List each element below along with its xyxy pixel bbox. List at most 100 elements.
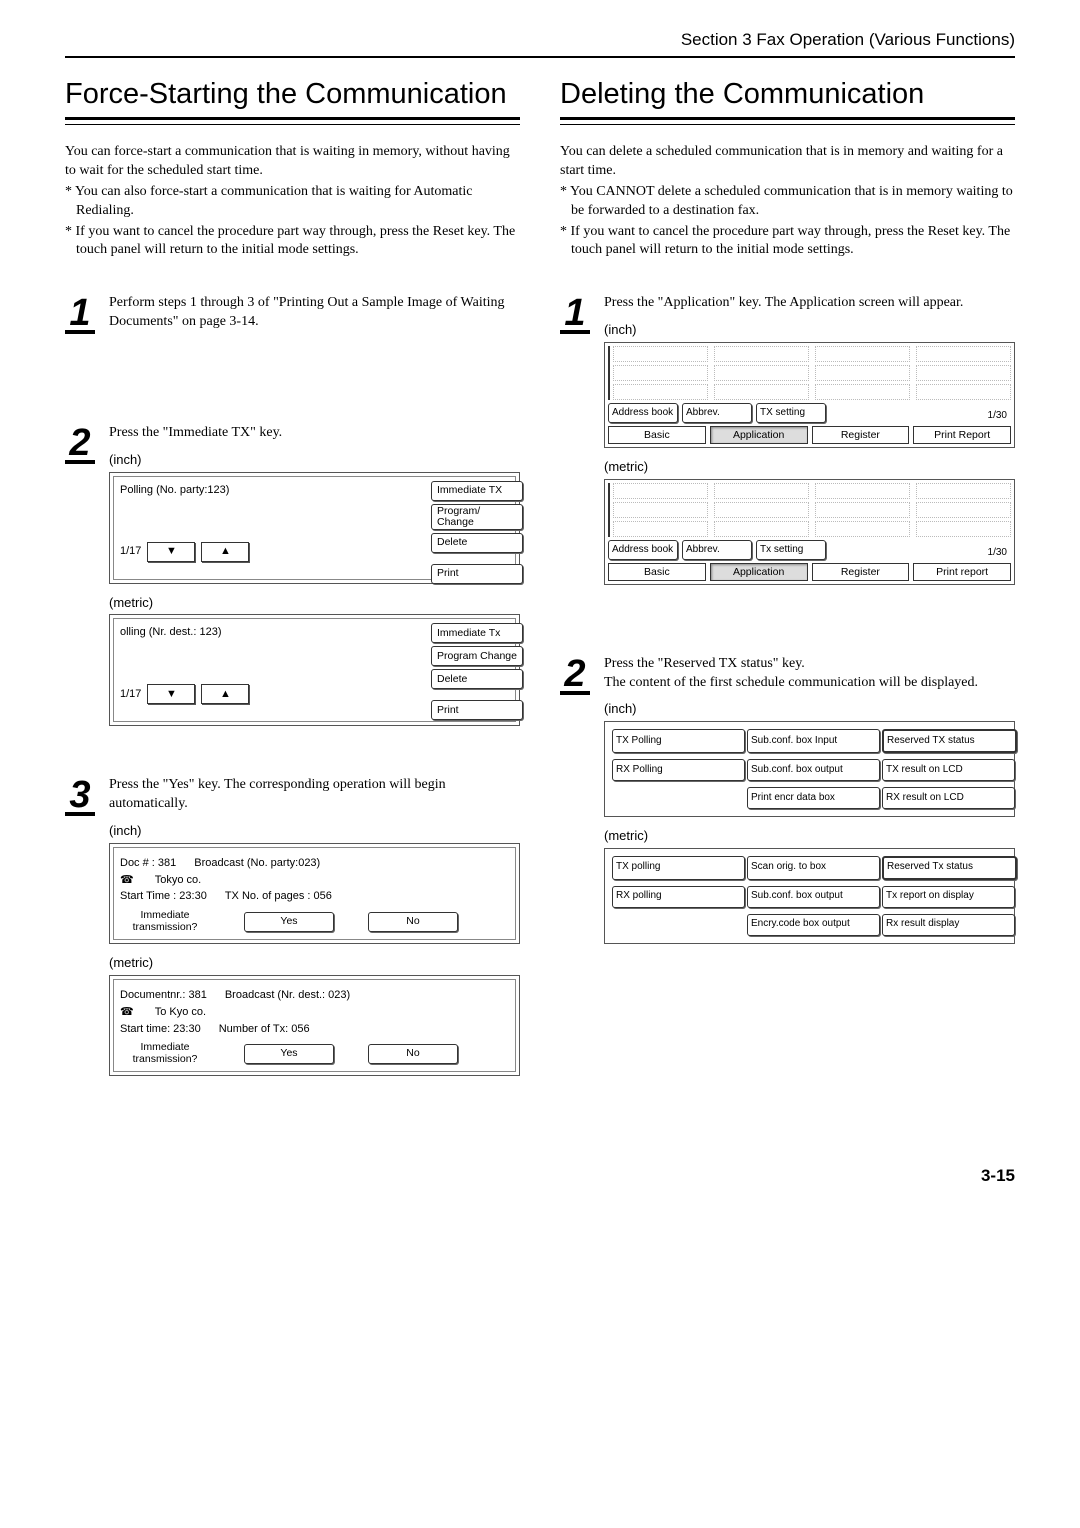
program-change-button-m[interactable]: Program Change <box>431 646 523 666</box>
no-button-m[interactable]: No <box>368 1044 458 1064</box>
rx-polling-button[interactable]: RX Polling <box>612 759 745 781</box>
tx-polling-button[interactable]: TX Polling <box>612 729 745 753</box>
address-book-button-m[interactable]: Address book <box>608 540 678 560</box>
step-number-1: 1 <box>65 294 95 334</box>
inch-label-r1: (inch) <box>604 321 1015 339</box>
page-down-button-m[interactable]: ▼ <box>147 684 195 704</box>
step-number-2-r: 2 <box>560 655 590 695</box>
page-down-button[interactable]: ▼ <box>147 542 195 562</box>
left-title: Force-Starting the Communication <box>65 78 520 111</box>
tab-basic[interactable]: Basic <box>608 426 706 444</box>
section-header: Section 3 Fax Operation (Various Functio… <box>65 30 1015 58</box>
right-bullet-2: * If you want to cancel the procedure pa… <box>560 223 1015 261</box>
step-number-2: 2 <box>65 424 95 464</box>
abbrev-button[interactable]: Abbrev. <box>682 403 752 423</box>
abbrev-button-m[interactable]: Abbrev. <box>682 540 752 560</box>
program-change-button[interactable]: Program/ Change <box>431 504 523 530</box>
reserved-panel-inch: TX Polling Sub.conf. box Input Reserved … <box>604 721 1015 817</box>
no-button[interactable]: No <box>368 912 458 932</box>
right-bullet-1: * You CANNOT delete a scheduled communic… <box>560 183 1015 221</box>
tab-register-m[interactable]: Register <box>812 563 910 581</box>
immediate-q-m: Immediate transmission? <box>120 1042 210 1065</box>
start-time: Start Time : 23:30 <box>120 889 207 904</box>
inch-label-3: (inch) <box>109 822 520 840</box>
metric-label-r2: (metric) <box>604 827 1015 845</box>
step-number-1-r: 1 <box>560 294 590 334</box>
dest-m: To Kyo co. <box>155 1005 206 1020</box>
tx-setting-button-m[interactable]: Tx setting <box>756 540 826 560</box>
dest: Tokyo co. <box>155 873 201 888</box>
subconf-input-button[interactable]: Sub.conf. box Input <box>747 729 880 753</box>
reserved-tx-status-button[interactable]: Reserved TX status <box>882 729 1017 753</box>
tab-print-report[interactable]: Print Report <box>913 426 1011 444</box>
pager-text: 1/17 <box>120 544 141 559</box>
step3-panel-metric: Documentnr.: 381 Broadcast (Nr. dest.: 02… <box>109 975 520 1077</box>
tx-polling-button-m[interactable]: TX polling <box>612 856 745 880</box>
subconf-output-button-m[interactable]: Sub.conf. box output <box>747 886 880 908</box>
broadcast-m: Broadcast (Nr. dest.: 023) <box>225 988 350 1003</box>
step2-panel-inch: Polling (No. party:123) Immediate TX Pro… <box>109 472 520 584</box>
step2-panel-metric: olling (Nr. dest.: 123) Immediate Tx Pro… <box>109 614 520 726</box>
address-book-button[interactable]: Address book <box>608 403 678 423</box>
encry-code-button-m[interactable]: Encry.code box output <box>747 914 880 936</box>
reserved-tx-status-button-m[interactable]: Reserved Tx status <box>882 856 1017 880</box>
app-page: 1/30 <box>988 409 1011 423</box>
rx-result-lcd-button[interactable]: RX result on LCD <box>882 787 1015 809</box>
left-column: Force-Starting the Communication You can… <box>65 78 520 1086</box>
app-panel-metric: Address book Abbrev. Tx setting 1/30 Bas… <box>604 479 1015 585</box>
right-step1-text: Press the "Application" key. The Applica… <box>604 294 1015 313</box>
print-encr-button[interactable]: Print encr data box <box>747 787 880 809</box>
print-button[interactable]: Print <box>431 564 523 584</box>
right-column: Deleting the Communication You can delet… <box>560 78 1015 1086</box>
left-intro-block: You can force-start a communication that… <box>65 143 520 260</box>
metric-label: (metric) <box>109 594 520 612</box>
delete-button[interactable]: Delete <box>431 533 523 553</box>
delete-button-m[interactable]: Delete <box>431 669 523 689</box>
left-step2-text: Press the "Immediate TX" key. <box>109 424 520 443</box>
immediate-q: Immediate transmission? <box>120 910 210 933</box>
tx-result-lcd-button[interactable]: TX result on LCD <box>882 759 1015 781</box>
left-intro: You can force-start a communication that… <box>65 143 520 181</box>
broadcast: Broadcast (No. party:023) <box>194 856 320 871</box>
reserved-panel-metric: TX polling Scan orig. to box Reserved Tx… <box>604 848 1015 944</box>
page-number: 3-15 <box>65 1166 1015 1186</box>
phone-icon-m <box>120 1005 137 1020</box>
left-step1-text: Perform steps 1 through 3 of "Printing O… <box>109 294 520 334</box>
print-button-m[interactable]: Print <box>431 700 523 720</box>
subconf-output-button[interactable]: Sub.conf. box output <box>747 759 880 781</box>
tab-basic-m[interactable]: Basic <box>608 563 706 581</box>
doc-num-m: Documentnr.: 381 <box>120 988 207 1003</box>
yes-button-m[interactable]: Yes <box>244 1044 334 1064</box>
doc-num: Doc # : 381 <box>120 856 176 871</box>
left-bullet-1: * You can also force-start a communicati… <box>65 183 520 221</box>
tx-setting-button[interactable]: TX setting <box>756 403 826 423</box>
right-step2b: The content of the first schedule commun… <box>604 674 1015 693</box>
rx-result-display-button-m[interactable]: Rx result display <box>882 914 1015 936</box>
app-page-m: 1/30 <box>988 546 1011 560</box>
page-up-button-m[interactable]: ▲ <box>201 684 249 704</box>
page-up-button[interactable]: ▲ <box>201 542 249 562</box>
tab-print-report-m[interactable]: Print report <box>913 563 1011 581</box>
tab-application-m[interactable]: Application <box>710 563 808 581</box>
tab-application[interactable]: Application <box>710 426 808 444</box>
tx-report-display-button-m[interactable]: Tx report on display <box>882 886 1015 908</box>
tx-pages: TX No. of pages : 056 <box>225 889 332 904</box>
yes-button[interactable]: Yes <box>244 912 334 932</box>
rx-polling-button-m[interactable]: RX polling <box>612 886 745 908</box>
immediate-tx-button[interactable]: Immediate TX <box>431 481 523 501</box>
right-intro: You can delete a scheduled communication… <box>560 143 1015 181</box>
inch-label-r2: (inch) <box>604 700 1015 718</box>
pager-text-m: 1/17 <box>120 687 141 702</box>
step3-panel-inch: Doc # : 381 Broadcast (No. party:023) Tok… <box>109 843 520 945</box>
phone-icon <box>120 873 137 888</box>
tab-register[interactable]: Register <box>812 426 910 444</box>
right-intro-block: You can delete a scheduled communication… <box>560 143 1015 260</box>
right-step2a: Press the "Reserved TX status" key. <box>604 655 1015 674</box>
scan-orig-button-m[interactable]: Scan orig. to box <box>747 856 880 880</box>
left-bullet-2: * If you want to cancel the procedure pa… <box>65 223 520 261</box>
app-panel-inch: Address book Abbrev. TX setting 1/30 Bas… <box>604 342 1015 448</box>
immediate-tx-button-m[interactable]: Immediate Tx <box>431 623 523 643</box>
metric-label-3: (metric) <box>109 954 520 972</box>
tx-pages-m: Number of Tx: 056 <box>219 1022 310 1037</box>
step-number-3: 3 <box>65 776 95 816</box>
